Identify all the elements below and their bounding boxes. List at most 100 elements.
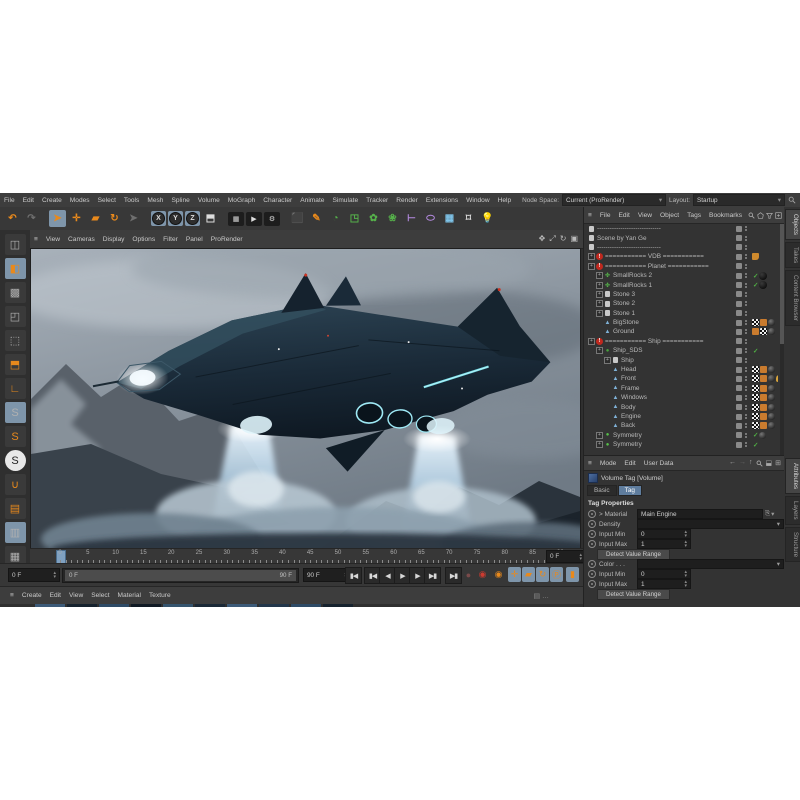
checker-tag-icon[interactable] <box>752 394 759 401</box>
visibility-dots[interactable] <box>745 301 747 306</box>
tree-row[interactable]: +●Symmetry✓ <box>584 431 778 440</box>
visibility-dots[interactable] <box>745 311 747 316</box>
editor-visibility-toggle[interactable] <box>736 367 742 373</box>
material-list-mode-icon[interactable]: ▤ … <box>533 592 589 600</box>
menu-tracker[interactable]: Tracker <box>362 197 392 204</box>
key-icon[interactable]: ▮ <box>566 567 579 582</box>
material-thumbnail[interactable] <box>163 604 193 607</box>
mesh-orange-icon[interactable]: ▤ <box>5 498 26 519</box>
phong-tag-icon[interactable] <box>760 375 767 382</box>
render-settings-button[interactable]: ⚙ <box>264 212 280 226</box>
editor-visibility-toggle[interactable] <box>736 357 742 363</box>
menu-simulate[interactable]: Simulate <box>328 197 362 204</box>
object-manager-hamburger-icon[interactable]: ≡ <box>584 212 596 219</box>
expand-icon[interactable]: + <box>604 357 611 364</box>
visibility-dots[interactable] <box>745 348 747 353</box>
tree-row[interactable]: +!=========== Planet =========== <box>584 262 778 271</box>
expand-icon[interactable]: + <box>596 272 603 279</box>
tree-row[interactable]: ▲Head <box>584 365 778 374</box>
editor-visibility-toggle[interactable] <box>736 329 742 335</box>
sphere-tag-icon[interactable] <box>768 319 775 326</box>
material-thumbnail[interactable] <box>291 604 321 607</box>
panel-tab-attributes[interactable]: Attributes <box>785 458 800 494</box>
material-thumbnail[interactable] <box>323 604 353 607</box>
expand-icon[interactable]: + <box>596 300 603 307</box>
visibility-dots[interactable] <box>745 367 747 372</box>
tree-row[interactable]: +!=========== Ship =========== <box>584 337 778 346</box>
light-icon[interactable]: 💡 <box>479 210 496 227</box>
editor-visibility-toggle[interactable] <box>736 423 742 429</box>
add-icon[interactable] <box>775 212 782 219</box>
autokey-button[interactable]: ◉ <box>476 567 489 582</box>
field-icon[interactable]: ⬭ <box>422 210 439 227</box>
editor-visibility-toggle[interactable] <box>736 244 742 250</box>
material-thumbnail[interactable] <box>131 604 161 607</box>
editor-visibility-toggle[interactable] <box>736 263 742 269</box>
workplane-mode-icon[interactable]: ◰ <box>5 306 26 327</box>
range-end-field[interactable]: 90 F▴▾ <box>303 568 351 582</box>
keyframe-circle-icon[interactable] <box>588 570 596 578</box>
menu-character[interactable]: Character <box>259 197 296 204</box>
visibility-dots[interactable] <box>745 320 747 325</box>
keyframe-circle-icon[interactable] <box>588 540 596 548</box>
editor-visibility-toggle[interactable] <box>736 395 742 401</box>
node-space-select[interactable]: Current (ProRender)▾ <box>562 194 666 206</box>
editor-visibility-toggle[interactable] <box>736 291 742 297</box>
material-thumbnail[interactable] <box>227 604 257 607</box>
current-frame-field[interactable]: 0 F▴▾ <box>546 550 586 563</box>
menu-extensions[interactable]: Extensions <box>422 197 462 204</box>
scale-icon[interactable]: ▰ <box>87 210 104 227</box>
editor-visibility-toggle[interactable] <box>736 376 742 382</box>
sphere-tag-icon[interactable] <box>768 413 775 420</box>
viewport-menu-view[interactable]: View <box>42 236 64 243</box>
phong-tag-icon[interactable] <box>760 385 767 392</box>
axis-mode-icon[interactable]: ∟ <box>5 378 26 399</box>
viewport-hamburger-icon[interactable]: ≡ <box>30 236 42 243</box>
editor-visibility-toggle[interactable] <box>736 432 742 438</box>
menu-modes[interactable]: Modes <box>66 197 94 204</box>
layer-icon[interactable]: ⎘ <box>765 510 770 518</box>
editor-visibility-toggle[interactable] <box>736 348 742 354</box>
checker-tag-icon[interactable] <box>760 328 767 335</box>
visibility-dots[interactable] <box>745 395 747 400</box>
coord-system-icon[interactable]: ⬒ <box>202 210 219 227</box>
number-field[interactable]: 1▴▾ <box>637 579 691 589</box>
expand-icon[interactable]: + <box>596 441 603 448</box>
tree-row[interactable]: Scene by Yan Ge <box>584 233 778 242</box>
filter-icon[interactable] <box>766 212 773 219</box>
editor-visibility-toggle[interactable] <box>736 301 742 307</box>
editor-visibility-toggle[interactable] <box>736 338 742 344</box>
last-tool-icon[interactable]: ➤ <box>125 210 142 227</box>
visibility-dots[interactable] <box>745 236 747 241</box>
zoom-icon[interactable]: ⤢ <box>549 234 555 244</box>
object-menu-view[interactable]: View <box>634 212 656 219</box>
editor-visibility-toggle[interactable] <box>736 442 742 448</box>
viewport-menu-filter[interactable]: Filter <box>159 236 182 243</box>
phong-tag-icon[interactable] <box>760 404 767 411</box>
note-tag-icon[interactable] <box>752 253 759 260</box>
key-rotation-button[interactable]: ↻ <box>536 567 549 582</box>
keyframe-circle-icon[interactable] <box>588 560 596 568</box>
menu-tools[interactable]: Tools <box>120 197 143 204</box>
key-parameter-button[interactable]: Ⓟ <box>550 567 563 582</box>
editor-visibility-toggle[interactable] <box>736 254 742 260</box>
sphere-tag-icon[interactable] <box>768 328 775 335</box>
panel-tab-content-browser[interactable]: Content Browser <box>785 270 800 326</box>
visibility-dots[interactable] <box>745 423 747 428</box>
layout-select[interactable]: Startup▾ <box>693 194 785 206</box>
number-field[interactable]: 0▴▾ <box>637 529 691 539</box>
detect-value-range-button[interactable]: Detect Value Range <box>597 549 670 560</box>
menu-mesh[interactable]: Mesh <box>143 197 167 204</box>
expand-icon[interactable]: + <box>588 338 595 345</box>
editor-visibility-toggle[interactable] <box>736 273 742 279</box>
sphere-tag-icon[interactable] <box>768 394 775 401</box>
keyframe-circle-icon[interactable] <box>588 580 596 588</box>
material-thumbnail[interactable] <box>35 604 65 607</box>
object-menu-edit[interactable]: Edit <box>614 212 633 219</box>
rotate-icon[interactable]: ↻ <box>106 210 123 227</box>
home-icon[interactable] <box>757 212 764 219</box>
tree-row[interactable]: ------------------------------ <box>584 243 778 252</box>
phong-tag-icon[interactable] <box>752 328 759 335</box>
attribute-menu-edit[interactable]: Edit <box>620 460 639 467</box>
floor-icon[interactable]: ▦ <box>441 210 458 227</box>
